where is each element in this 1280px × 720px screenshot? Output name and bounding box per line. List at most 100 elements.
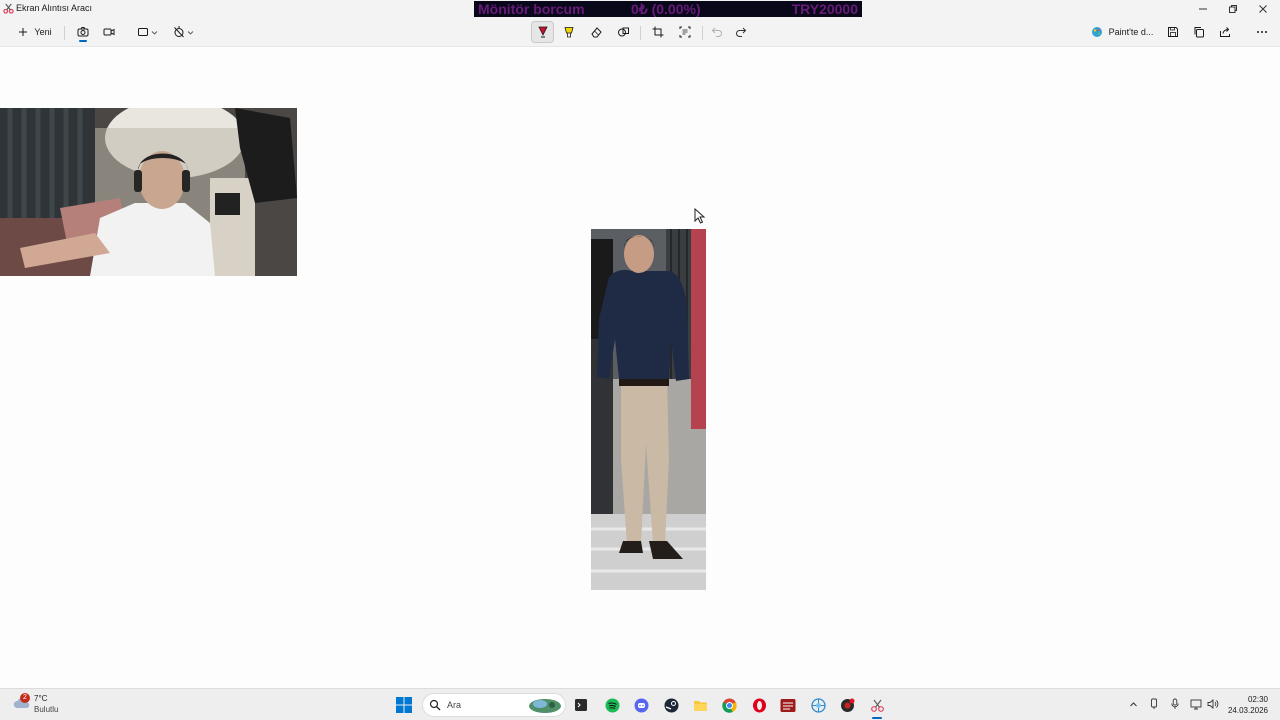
eraser-button[interactable]	[585, 21, 607, 43]
taskbar-app-snipping-tool[interactable]	[866, 694, 888, 719]
chevron-up-icon	[1129, 701, 1137, 706]
goal-progress: 0₺ (0.00%)	[631, 1, 701, 17]
taskbar-search[interactable]: Ara	[422, 693, 566, 717]
chevron-down-icon	[151, 30, 157, 35]
chrome-icon	[721, 698, 737, 713]
paint-icon	[1091, 27, 1102, 37]
tray-microphone[interactable]	[1168, 697, 1182, 711]
new-button-label: Yeni	[34, 27, 52, 37]
taskbar-app-game[interactable]	[836, 694, 858, 716]
share-icon	[1220, 27, 1230, 37]
crop-icon	[652, 26, 664, 38]
restore-button[interactable]	[1218, 0, 1248, 17]
monitor-icon	[1190, 699, 1202, 710]
share-button[interactable]	[1214, 21, 1236, 43]
taskbar-app-opera[interactable]	[748, 694, 770, 716]
terminal-icon	[575, 699, 587, 711]
crop-button[interactable]	[647, 21, 669, 43]
video-camera-icon	[103, 28, 115, 36]
shapes-icon	[617, 27, 629, 37]
toolbar-separator	[640, 26, 641, 40]
taskbar-app-terminal[interactable]	[570, 694, 592, 716]
new-button[interactable]: Yeni	[12, 21, 58, 43]
search-placeholder: Ara	[447, 700, 462, 710]
mouse-cursor-icon	[694, 208, 706, 224]
window-title: Ekran Alıntısı Aracı	[16, 3, 93, 13]
screenshot-mode-button[interactable]	[72, 21, 94, 43]
clock[interactable]: 02:30 24.03.2026	[1228, 694, 1268, 716]
taskbar-app-steam[interactable]	[660, 694, 682, 716]
taskbar: 2 7°C Bulutlu Ara 02:30 24.03.2026	[0, 688, 1280, 720]
copy-icon	[1194, 27, 1204, 38]
highlighter-button[interactable]	[558, 21, 580, 43]
pen-icon	[537, 26, 548, 38]
person-photo-image	[591, 229, 706, 590]
video-mode-button[interactable]	[98, 21, 120, 43]
snip-shape-dropdown[interactable]	[134, 21, 160, 43]
active-mode-indicator	[79, 40, 87, 42]
taskbar-app-file-explorer[interactable]	[689, 694, 711, 716]
toolbar-separator	[64, 26, 65, 40]
save-button[interactable]	[1162, 21, 1184, 43]
opera-icon	[752, 698, 766, 712]
redo-button[interactable]	[730, 21, 752, 43]
weather-temperature: 7°C	[34, 694, 48, 703]
tray-display[interactable]	[1189, 697, 1203, 711]
tray-volume[interactable]	[1206, 697, 1220, 711]
toolbar: Yeni Paint'te d...	[0, 17, 1280, 47]
discord-icon	[634, 698, 648, 712]
edit-in-paint-button[interactable]: Paint'te d...	[1086, 21, 1158, 43]
shapes-button[interactable]	[612, 21, 634, 43]
camera-icon	[77, 27, 89, 37]
no-timer-icon	[173, 26, 184, 38]
close-button[interactable]	[1248, 0, 1278, 17]
undo-icon	[711, 27, 722, 37]
search-icon	[429, 699, 441, 711]
active-app-indicator	[872, 717, 882, 719]
folder-icon	[693, 700, 707, 711]
steam-icon	[664, 698, 678, 712]
minimize-button[interactable]	[1188, 0, 1218, 17]
taskbar-app-chrome[interactable]	[718, 694, 740, 716]
weather-condition: Bulutlu	[34, 705, 59, 714]
close-icon	[1259, 4, 1267, 13]
show-hidden-icons-button[interactable]	[1126, 697, 1140, 711]
delay-timer-dropdown[interactable]	[170, 21, 196, 43]
start-button[interactable]	[393, 694, 415, 716]
text-actions-button[interactable]	[674, 21, 696, 43]
rectangle-snip-icon	[137, 28, 148, 36]
ballpoint-pen-button[interactable]	[531, 21, 554, 43]
goal-label: Mönitör borcum	[478, 1, 585, 17]
network-app-icon	[810, 697, 826, 713]
tray-usb-device[interactable]	[1147, 697, 1161, 711]
webcam-image	[0, 108, 297, 276]
taskbar-app-network[interactable]	[807, 694, 829, 716]
chevron-down-icon	[187, 30, 193, 35]
windows-logo-icon	[396, 697, 412, 713]
minimize-icon	[1199, 8, 1207, 9]
edit-in-paint-label: Paint'te d...	[1108, 27, 1154, 37]
clock-time: 02:30	[1247, 695, 1268, 704]
taskbar-app-spotify[interactable]	[601, 694, 623, 716]
spotify-icon	[605, 698, 619, 712]
save-icon	[1168, 27, 1178, 37]
undo-button[interactable]	[706, 21, 728, 43]
media-app-icon	[780, 698, 796, 712]
copy-button[interactable]	[1188, 21, 1210, 43]
webcam-feed	[0, 108, 297, 276]
person-photo	[591, 229, 706, 590]
notification-badge: 2	[20, 693, 30, 703]
restore-icon	[1229, 4, 1237, 13]
taskbar-app-discord[interactable]	[630, 694, 652, 716]
game-app-icon	[840, 698, 854, 712]
highlighter-icon	[564, 26, 574, 37]
eraser-icon	[590, 27, 602, 38]
usb-icon	[1151, 698, 1157, 709]
microphone-icon	[1171, 698, 1179, 709]
toolbar-separator	[702, 26, 703, 40]
taskbar-app-media[interactable]	[777, 694, 799, 716]
more-options-button[interactable]	[1250, 21, 1274, 43]
text-actions-icon	[679, 26, 691, 38]
search-highlight-image	[529, 699, 561, 713]
goal-target: TRY20000	[791, 1, 858, 17]
